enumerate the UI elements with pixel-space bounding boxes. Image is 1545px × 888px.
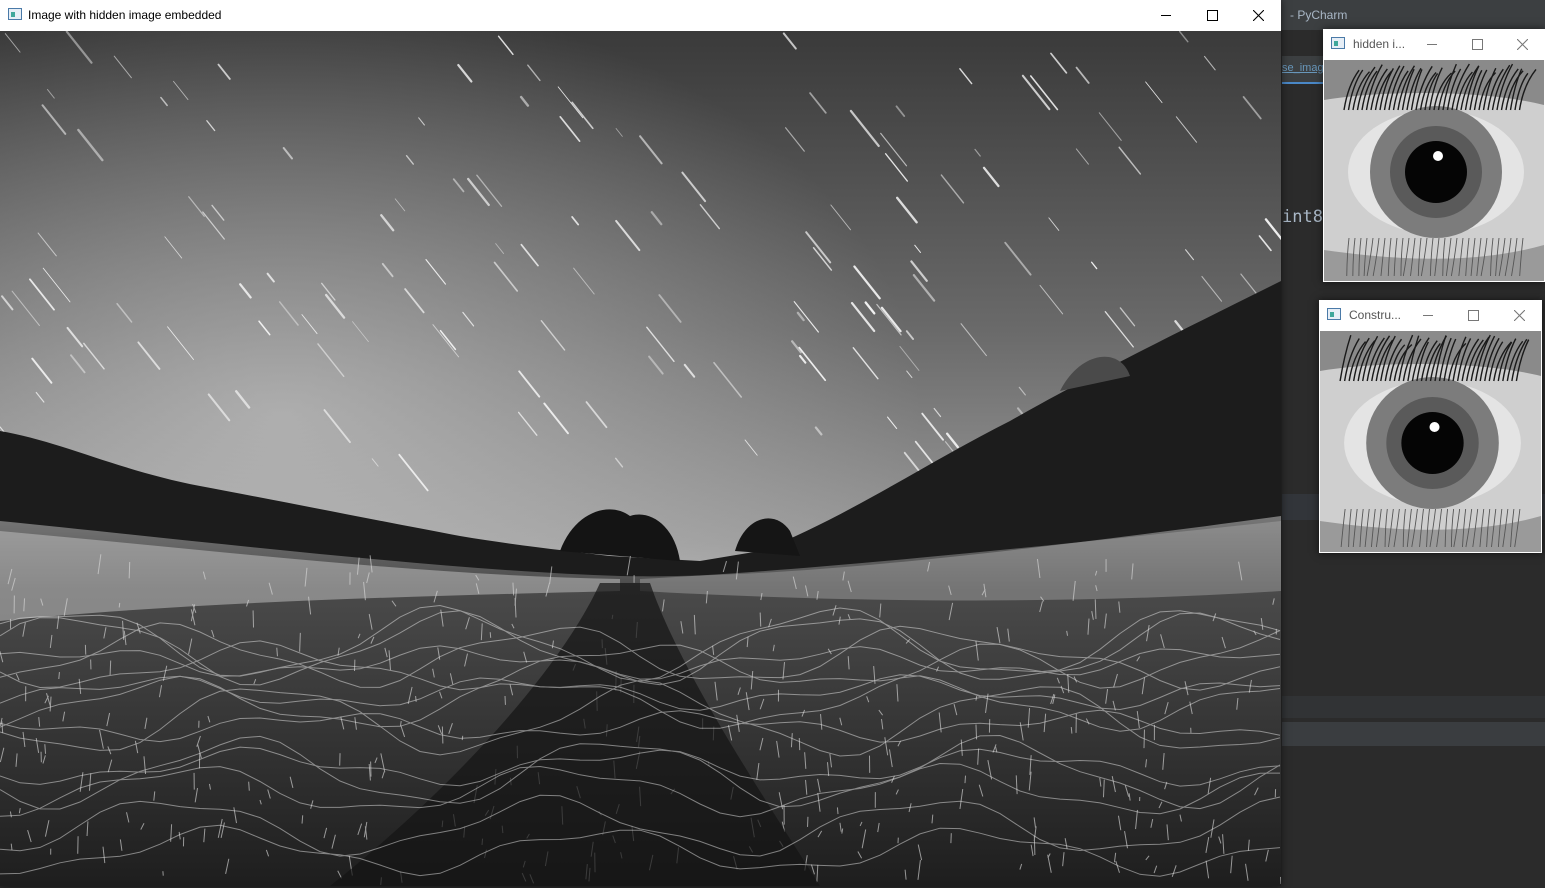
editor-panel-divider [1282,696,1545,718]
main-window-titlebar[interactable]: Image with hidden image embedded [0,0,1281,30]
active-tab-indicator [1282,82,1324,84]
minimize-button[interactable] [1143,0,1189,30]
hidden-eye-image [1324,60,1544,281]
pycharm-window-title: - PyCharm [1290,8,1348,22]
minimize-icon [1160,14,1171,16]
pycharm-editor-tab[interactable]: se_imag [1282,62,1324,74]
close-button[interactable] [1496,300,1542,330]
editor-selected-row [1282,722,1545,746]
close-icon [1513,309,1525,321]
app-icon [8,8,22,20]
eye-image-canvas [1324,60,1544,281]
constructed-window-titlebar[interactable]: Constru... [1319,300,1542,330]
maximize-button[interactable] [1450,300,1496,330]
landscape-image-canvas [0,31,1281,886]
maximize-button[interactable] [1189,0,1235,30]
close-icon [1252,9,1264,21]
app-icon [1327,308,1341,320]
app-icon [1331,37,1345,49]
maximize-icon [1471,38,1483,50]
eye-image-canvas [1320,331,1541,552]
hidden-window-titlebar[interactable]: hidden i... [1323,29,1545,59]
constructed-image-window: Constru... [1319,300,1542,553]
main-image-window: Image with hidden image embedded [0,0,1281,886]
maximize-icon [1206,9,1218,21]
close-button[interactable] [1235,0,1281,30]
main-window-title: Image with hidden image embedded [28,8,222,22]
close-icon [1516,38,1528,50]
landscape-image [0,31,1281,886]
code-fragment: int8 [1282,207,1323,227]
minimize-button[interactable] [1409,29,1455,59]
close-button[interactable] [1499,29,1545,59]
maximize-button[interactable] [1454,29,1500,59]
minimize-icon [1426,43,1437,45]
maximize-icon [1467,309,1479,321]
constructed-eye-image [1320,331,1541,552]
minimize-icon [1422,314,1433,316]
hidden-image-window: hidden i... [1323,29,1545,282]
minimize-button[interactable] [1405,300,1451,330]
